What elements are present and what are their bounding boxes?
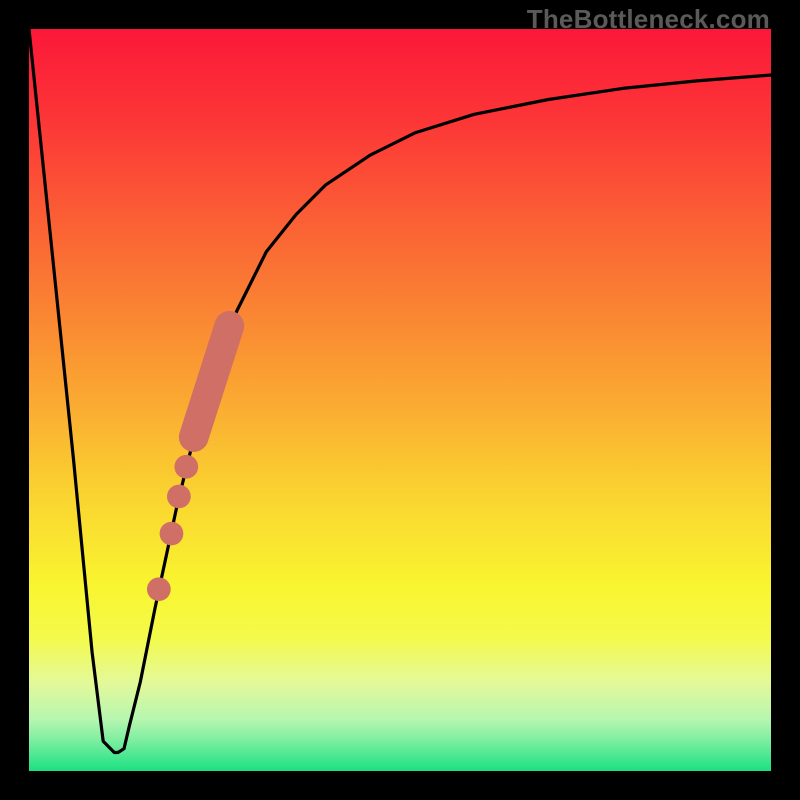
marker-dot	[160, 522, 184, 546]
marker-dot	[167, 485, 191, 509]
plot-area	[29, 29, 771, 771]
marker-dot	[174, 455, 198, 479]
marker-dot	[147, 577, 171, 601]
chart-svg	[29, 29, 771, 771]
watermark-text: TheBottleneck.com	[527, 4, 770, 35]
